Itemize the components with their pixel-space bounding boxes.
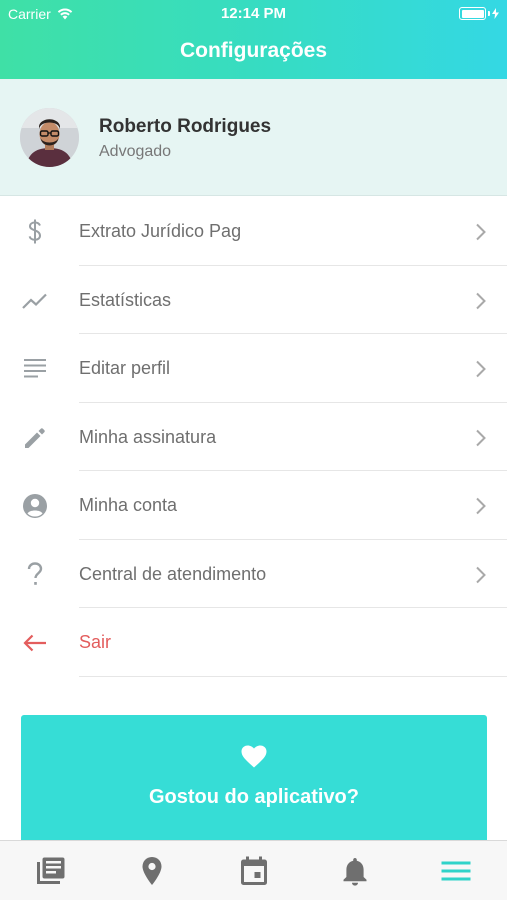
- menu-label-assinatura: Minha assinatura: [79, 426, 217, 447]
- charging-bolt-icon: [492, 8, 499, 19]
- menu-item-estatisticas[interactable]: Estatísticas: [0, 266, 507, 334]
- profile-card[interactable]: Roberto Rodrigues Advogado: [0, 79, 507, 196]
- tab-calendar[interactable]: [203, 841, 304, 900]
- chevron-right-icon: [476, 360, 486, 378]
- tab-location[interactable]: [101, 841, 202, 900]
- chevron-right-icon: [476, 292, 486, 309]
- status-time: 12:14 PM: [220, 5, 287, 22]
- settings-menu: Extrato Jurídico Pag Estatísticas Editar…: [0, 197, 507, 677]
- arrow-left-icon: [22, 630, 48, 656]
- menu-label-minha-conta: Minha conta: [79, 495, 178, 515]
- tab-bar: [0, 840, 507, 900]
- chevron-right-icon: [476, 566, 486, 583]
- heart-icon: [241, 745, 267, 768]
- menu-label-extrato: Extrato Jurídico Pag: [79, 221, 242, 241]
- menu-item-minha-conta[interactable]: Minha conta: [0, 471, 507, 540]
- menu-label-central-atendimento: Central de atendimento: [79, 563, 267, 584]
- tab-menu[interactable]: [406, 841, 507, 900]
- tab-news[interactable]: [0, 841, 101, 900]
- menu-item-editar-perfil[interactable]: Editar perfil: [0, 334, 507, 403]
- pencil-icon: [22, 425, 48, 451]
- avatar: [20, 108, 79, 167]
- location-pin-icon: [142, 856, 162, 885]
- status-bar: Carrier 12:14 PM: [0, 0, 507, 28]
- menu-item-extrato[interactable]: Extrato Jurídico Pag: [0, 197, 507, 266]
- profile-name: Roberto Rodrigues: [99, 116, 272, 137]
- bell-icon: [343, 857, 367, 886]
- menu-label-sair: Sair: [79, 632, 112, 652]
- chevron-right-icon: [476, 497, 486, 515]
- profile-role: Advogado: [99, 143, 172, 160]
- menu-icon: [441, 861, 471, 880]
- menu-item-sair[interactable]: Sair: [0, 608, 507, 677]
- menu-item-assinatura[interactable]: Minha assinatura: [0, 403, 507, 471]
- tab-notifications[interactable]: [304, 841, 405, 900]
- news-icon: [36, 857, 65, 884]
- text-lines-icon: [22, 356, 48, 382]
- dollar-icon: [22, 219, 48, 245]
- menu-label-estatisticas: Estatísticas: [79, 289, 172, 310]
- header: Carrier 12:14 PM Configurações: [0, 0, 507, 79]
- chevron-right-icon: [476, 429, 486, 446]
- calendar-icon: [240, 856, 267, 885]
- menu-label-editar-perfil: Editar perfil: [79, 358, 171, 378]
- trending-icon: [22, 288, 48, 314]
- chevron-right-icon: [476, 223, 486, 241]
- account-circle-icon: [22, 493, 48, 519]
- rate-app-banner[interactable]: Gostou do aplicativo?: [21, 715, 487, 855]
- battery-icon: [459, 7, 499, 20]
- rate-app-text: Gostou do aplicativo?: [148, 786, 359, 808]
- menu-item-central-atendimento[interactable]: Central de atendimento: [0, 540, 507, 608]
- page-title: Configurações: [179, 39, 328, 62]
- question-icon: [22, 561, 48, 588]
